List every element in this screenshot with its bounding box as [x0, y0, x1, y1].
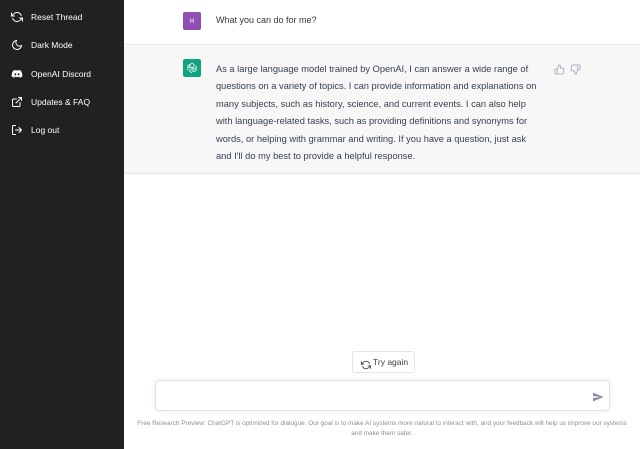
moon-icon — [10, 38, 24, 52]
thumbs-down-icon[interactable] — [570, 62, 581, 75]
sidebar-item-label: OpenAI Discord — [31, 69, 91, 79]
sidebar-item-label: Dark Mode — [31, 40, 73, 50]
sidebar-item-reset-thread[interactable]: Reset Thread — [0, 4, 124, 30]
discord-icon — [10, 67, 24, 81]
sidebar-item-label: Log out — [31, 125, 60, 135]
try-again-button[interactable]: Try again — [352, 351, 415, 373]
sidebar-item-openai-discord[interactable]: OpenAI Discord — [0, 61, 124, 87]
try-again-label: Try again — [373, 357, 409, 367]
user-message: What you can do for me? — [216, 15, 317, 25]
external-link-icon — [10, 95, 24, 109]
message-composer — [155, 380, 610, 411]
footer-disclaimer: Free Research Preview: ChatGPT is optimi… — [137, 420, 627, 437]
openai-logo-icon — [183, 59, 201, 77]
sidebar-item-label: Updates & FAQ — [31, 97, 91, 107]
logout-icon — [10, 123, 24, 137]
sidebar: Reset Thread Dark Mode OpenAI Discord Up… — [0, 0, 124, 449]
sidebar-item-updates-faq[interactable]: Updates & FAQ — [0, 89, 124, 115]
message-input[interactable] — [164, 387, 584, 405]
refresh-icon — [10, 10, 24, 24]
assistant-message: As a large language model trained by Ope… — [216, 64, 537, 162]
sidebar-item-dark-mode[interactable]: Dark Mode — [0, 32, 124, 58]
refresh-icon — [361, 357, 371, 370]
send-icon[interactable] — [592, 390, 604, 402]
assistant-message-row: As a large language model trained by Ope… — [124, 46, 640, 174]
chat-main: M What you can do for me? As a large lan… — [124, 0, 640, 449]
user-avatar: M — [183, 12, 201, 30]
user-avatar-initials: M — [189, 17, 195, 25]
thumbs-up-icon[interactable] — [554, 62, 565, 75]
sidebar-item-label: Reset Thread — [31, 12, 83, 22]
user-message-row: M What you can do for me? — [124, 0, 640, 45]
sidebar-item-log-out[interactable]: Log out — [0, 117, 124, 143]
